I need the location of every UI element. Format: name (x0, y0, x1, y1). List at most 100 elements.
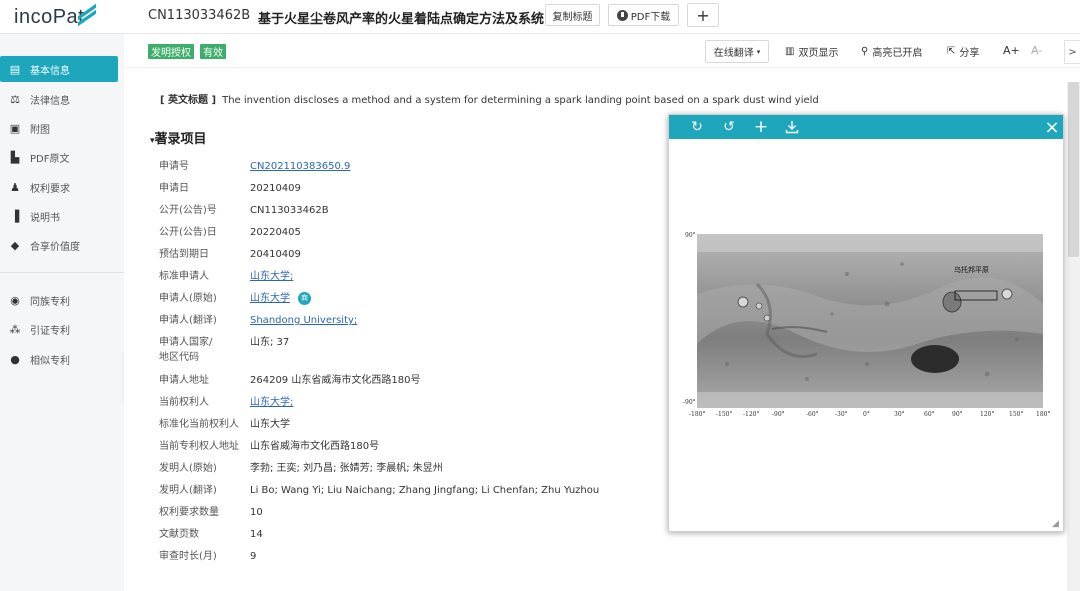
viewer-toolbar: ↻ ↺ + × (669, 115, 1063, 139)
row-label: 审查时长(月) (159, 551, 217, 562)
close-icon[interactable]: × (1043, 117, 1061, 138)
rotate-right-icon[interactable]: ↻ (688, 118, 706, 136)
sidebar-item-pdf[interactable]: ▙ PDF原文 (0, 144, 118, 170)
share-icon: ⇱ (947, 46, 956, 57)
x-tick-label: 90° (952, 411, 963, 418)
sidebar-item-similar[interactable]: ● 相似专利 (0, 346, 118, 372)
row-value: 9 (250, 551, 257, 562)
dual-page-button[interactable]: ▥ 双页显示 (785, 44, 838, 59)
scrollbar-thumb[interactable] (1068, 82, 1079, 257)
pdf-download-label: PDF下载 (630, 11, 671, 23)
row-label: 公开(公告)号 (159, 205, 217, 216)
row-label: 公开(公告)日 (159, 227, 217, 238)
application-number-link[interactable]: CN202110383650.9 (250, 159, 350, 174)
rotate-left-icon[interactable]: ↺ (720, 118, 738, 136)
row-label: 申请号 (159, 161, 189, 172)
pdf-icon: ▙ (10, 150, 20, 164)
scale-icon: ⚖ (10, 92, 20, 106)
pdf-download-button[interactable]: PDF下载 (608, 4, 679, 26)
x-tick-label: 60° (924, 411, 935, 418)
document-title: 基于火星尘卷风产率的火星着陆点确定方法及系统 (258, 12, 545, 27)
original-applicant-link[interactable]: 山东大学 (250, 293, 290, 304)
row-value: 14 (250, 529, 263, 540)
sidebar-item-value[interactable]: ◆ 合享价值度 (0, 232, 118, 258)
row-label: 预估到期日 (159, 249, 209, 260)
panel-toggle-button[interactable]: > (1064, 40, 1080, 64)
sidebar-item-label: 权利要求 (30, 183, 70, 195)
sidebar-item-label: 法律信息 (30, 95, 70, 107)
zoom-in-icon[interactable]: + (752, 117, 770, 137)
english-title-value: The invention discloses a method and a s… (222, 95, 819, 106)
scrollbar[interactable] (1067, 82, 1080, 591)
stamp-icon: ♟ (10, 180, 20, 194)
row-label: 发明人(翻译) (159, 485, 217, 496)
book-icon: ▐ (10, 209, 20, 223)
similar-icon: ● (10, 352, 20, 366)
translate-label: 在线翻译 (713, 48, 754, 59)
section-title-text: 著录项目 (154, 132, 207, 147)
row-value: 264209 山东省威海市文化西路180号 (250, 375, 421, 386)
sidebar-item-label: 说明书 (30, 212, 60, 224)
document-id: CN113033462B (148, 8, 251, 23)
logo-mark-icon (76, 3, 96, 27)
sidebar-item-citations[interactable]: ⁂ 引证专利 (0, 316, 118, 342)
mars-map-image: 乌托邦平原 (697, 234, 1043, 408)
sidebar-item-legal-info[interactable]: ⚖ 法律信息 (0, 86, 118, 112)
resize-handle-icon[interactable]: ◢ (1052, 520, 1061, 529)
x-tick-label: -30° (835, 411, 848, 418)
row-label: 申请人(原始) (159, 293, 217, 304)
copy-title-label: 复制标题 (552, 11, 593, 23)
row-label: 权利要求数量 (159, 507, 219, 518)
sidebar-item-label: 基本信息 (30, 65, 70, 77)
row-label: 申请日 (159, 183, 189, 194)
add-tab-button[interactable]: + (687, 3, 719, 27)
share-label: 分享 (959, 48, 980, 59)
x-tick-label: -120° (743, 411, 760, 418)
row-value: 山东大学商 (250, 291, 311, 306)
family-icon: ◉ (10, 293, 20, 307)
row-value: 李勃; 王奕; 刘乃昌; 张婧芳; 李晨帆; 朱昱州 (250, 463, 443, 474)
english-title: [ 英文标题 ] The invention discloses a method… (160, 91, 819, 106)
standard-applicant-link[interactable]: 山东大学; (250, 269, 293, 284)
current-owner-link[interactable]: 山东大学; (250, 395, 293, 410)
x-tick-label: -60° (806, 411, 819, 418)
download-circle-icon (616, 9, 628, 21)
download-icon[interactable] (783, 118, 801, 136)
sidebar-item-label: 相似专利 (30, 355, 70, 367)
row-value: 山东; 37 (250, 337, 290, 348)
copy-title-button[interactable]: 复制标题 (545, 4, 600, 26)
content-toolbar: 发明授权 有效 在线翻译 ▾ ▥ 双页显示 ⚲ 高亮已开启 ⇱ 分享 A+ A- > (124, 34, 1080, 68)
sidebar-item-label: 同族专利 (30, 296, 70, 308)
y-axis-bottom-label: -90° (683, 399, 696, 406)
sidebar-item-basic-info[interactable]: ▤ 基本信息 (0, 56, 118, 82)
section-title[interactable]: ▾著录项目 (150, 128, 207, 147)
pin-icon: ⚲ (861, 46, 869, 57)
document-icon: ▤ (9, 62, 21, 76)
font-decrease-button[interactable]: A- (1031, 44, 1042, 57)
status-badge-valid: 有效 (200, 44, 226, 59)
image-icon: ▣ (9, 121, 21, 135)
row-label: 申请人地址 (159, 375, 209, 386)
translated-applicant-link[interactable]: Shandong University; (250, 313, 357, 328)
sidebar-item-family[interactable]: ◉ 同族专利 (0, 287, 118, 313)
row-label: 申请人(翻译) (159, 315, 217, 326)
sidebar-item-description[interactable]: ▐ 说明书 (0, 203, 118, 229)
top-bar: incoPat CN113033462B 基于火星尘卷风产率的火星着陆点确定方法… (0, 0, 1080, 34)
x-tick-label: -180° (689, 411, 706, 418)
x-tick-label: 120° (980, 411, 995, 418)
sidebar-item-figures[interactable]: ▣ 附图 (0, 115, 118, 141)
x-tick-label: -150° (716, 411, 733, 418)
share-button[interactable]: ⇱ 分享 (947, 44, 979, 59)
row-value: 20220405 (250, 227, 301, 238)
sidebar-item-claims[interactable]: ♟ 权利要求 (0, 174, 118, 200)
translate-dropdown[interactable]: 在线翻译 ▾ (705, 40, 769, 63)
logo[interactable]: incoPat (14, 6, 84, 29)
font-increase-button[interactable]: A+ (1003, 44, 1020, 57)
row-label: 当前专利权人地址 (159, 441, 239, 452)
sidebar-item-label: 附图 (30, 124, 50, 136)
diamond-icon: ◆ (10, 238, 20, 252)
row-value: Li Bo; Wang Yi; Liu Naichang; Zhang Jing… (250, 485, 600, 496)
business-tag-icon[interactable]: 商 (298, 291, 311, 305)
highlight-button[interactable]: ⚲ 高亮已开启 (861, 44, 922, 59)
sidebar: ▤ 基本信息 ⚖ 法律信息 ▣ 附图 ▙ PDF原文 ♟ 权利要求 ▐ 说明书 ◆ 合享价值度… (0, 34, 124, 591)
